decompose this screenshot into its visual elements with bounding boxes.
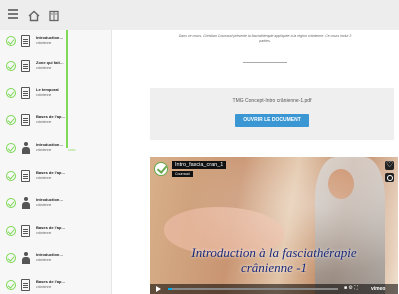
open-document-button[interactable]: OUVRIR LE DOCUMENT — [235, 114, 309, 127]
document-file-name: TMG Concept-Intro crânienne-1.pdf — [232, 98, 312, 104]
sidebar-item[interactable]: Introduction… crânienne — [0, 137, 111, 167]
book-icon[interactable] — [48, 9, 60, 22]
video-control-bar: ■ ⚙ ⛶ vimeo — [150, 284, 398, 294]
check-icon — [6, 115, 16, 125]
channel-logo-icon[interactable] — [154, 162, 168, 176]
person-icon — [21, 252, 31, 264]
play-icon[interactable] — [156, 286, 161, 292]
lesson-intro-line: parties. — [259, 39, 271, 43]
check-icon — [6, 36, 16, 46]
divider — [243, 62, 287, 63]
check-icon — [6, 171, 16, 181]
sidebar-item-title: Introduction… — [36, 252, 64, 257]
sidebar-item-title: Bases de l'ap… — [36, 225, 66, 230]
video-author-tag[interactable]: Courraud — [172, 171, 193, 177]
document-icon — [21, 35, 30, 47]
course-sidebar: 100% Introduction… crânienne Zone qui fa… — [0, 30, 112, 294]
check-icon — [6, 226, 16, 236]
sidebar-item-title: Bases de l'ap… — [36, 114, 66, 119]
sidebar-item-subtitle: crânienne — [36, 93, 52, 97]
sidebar-item[interactable]: Introduction… crânienne — [0, 247, 111, 277]
document-icon — [21, 60, 30, 72]
sidebar-item-title: Zone qui fait… — [36, 60, 64, 65]
document-icon — [21, 170, 30, 182]
video-caption-line: Introduction à la fasciathérapie — [191, 245, 357, 260]
check-icon — [6, 280, 16, 290]
seek-bar[interactable] — [168, 288, 338, 290]
home-icon[interactable] — [28, 9, 40, 22]
sidebar-item[interactable]: Introduction… crânienne — [0, 192, 111, 222]
document-panel: TMG Concept-Intro crânienne-1.pdf OUVRIR… — [150, 88, 394, 140]
seek-progress — [168, 288, 172, 290]
sidebar-item-title: Le temporal — [36, 87, 59, 92]
sidebar-item-subtitle: crânienne — [36, 258, 52, 262]
menu-icon[interactable] — [8, 9, 20, 21]
sidebar-item-title: Introduction… — [36, 35, 64, 40]
sidebar-item[interactable]: Bases de l'ap… crânienne — [0, 274, 111, 294]
sidebar-item-subtitle: crânienne — [36, 285, 52, 289]
video-title-tag[interactable]: Intro_fascia_cran_1 — [172, 161, 227, 169]
sidebar-item[interactable]: Bases de l'ap… crânienne — [0, 109, 111, 139]
sidebar-item-title: Bases de l'ap… — [36, 279, 66, 284]
sidebar-item-subtitle: crânienne — [36, 203, 52, 207]
sidebar-item[interactable]: Le temporal crânienne — [0, 82, 111, 112]
player-settings-icons[interactable]: ■ ⚙ ⛶ — [344, 285, 358, 291]
sidebar-item[interactable]: Bases de l'ap… crânienne — [0, 165, 111, 195]
check-icon — [6, 198, 16, 208]
check-icon — [6, 61, 16, 71]
sidebar-item-subtitle: crânienne — [36, 176, 52, 180]
sidebar-item[interactable]: Zone qui fait… crânienne — [0, 55, 111, 85]
video-caption-line: crânienne -1 — [240, 260, 308, 275]
document-icon — [21, 279, 30, 291]
sidebar-item-subtitle: crânienne — [36, 120, 52, 124]
sidebar-item-title: Introduction… — [36, 197, 64, 202]
lesson-intro: Dans ce cours, Christian Courraud présen… — [140, 34, 390, 44]
check-icon — [6, 143, 16, 153]
sidebar-item-title: Bases de l'ap… — [36, 170, 66, 175]
document-icon — [21, 87, 30, 99]
sidebar-item[interactable]: Bases de l'ap… crânienne — [0, 220, 111, 250]
video-caption: Introduction à la fasciathérapie crânien… — [150, 245, 398, 275]
check-icon — [6, 253, 16, 263]
document-icon — [21, 114, 30, 126]
document-icon — [21, 225, 30, 237]
sidebar-item-subtitle: crânienne — [36, 66, 52, 70]
sidebar-item-subtitle: crânienne — [36, 41, 52, 45]
watch-later-icon[interactable] — [385, 173, 394, 182]
sidebar-item-subtitle: crânienne — [36, 148, 52, 152]
top-bar — [0, 0, 399, 30]
person-icon — [21, 197, 31, 209]
check-icon — [6, 88, 16, 98]
like-icon[interactable] — [385, 160, 394, 170]
vimeo-logo[interactable]: vimeo — [371, 286, 385, 292]
sidebar-item-subtitle: crânienne — [36, 231, 52, 235]
video-player[interactable]: Intro_fascia_cran_1 Courraud Introductio… — [150, 157, 398, 294]
sidebar-item-title: Introduction… — [36, 142, 64, 147]
person-icon — [21, 142, 31, 154]
